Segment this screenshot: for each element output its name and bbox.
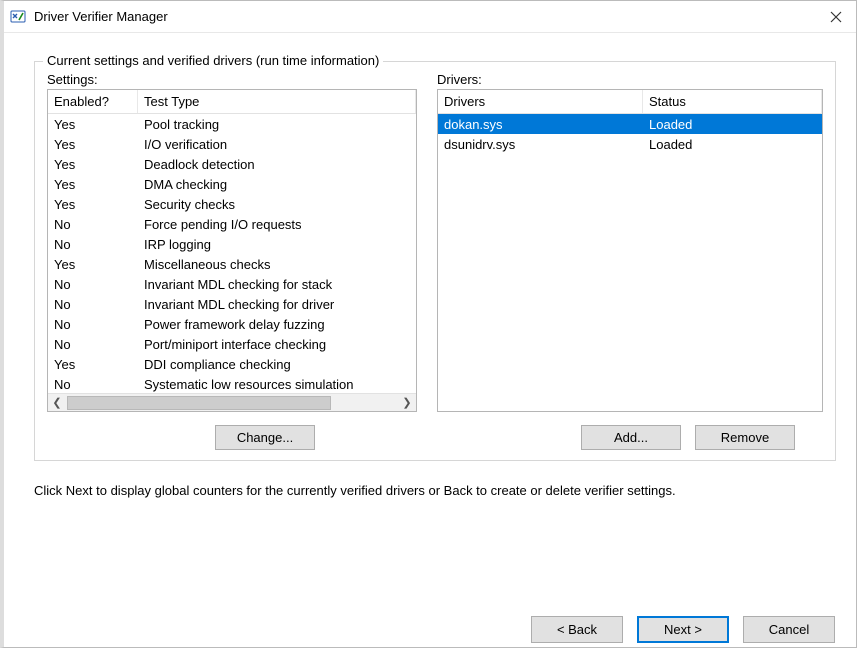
settings-cell-enabled: Yes: [48, 157, 138, 172]
next-button[interactable]: Next >: [637, 616, 729, 643]
hint-text: Click Next to display global counters fo…: [34, 483, 836, 498]
settings-row[interactable]: NoForce pending I/O requests: [48, 214, 416, 234]
scroll-left-icon[interactable]: ❮: [48, 396, 66, 409]
settings-cell-type: Deadlock detection: [138, 157, 416, 172]
drivers-row[interactable]: dsunidrv.sysLoaded: [438, 134, 822, 154]
drivers-cell-driver: dsunidrv.sys: [438, 137, 643, 152]
settings-column: Settings: Enabled? Test Type YesPool tra…: [47, 72, 417, 412]
window-title: Driver Verifier Manager: [34, 9, 822, 24]
settings-cell-type: Invariant MDL checking for stack: [138, 277, 416, 292]
drivers-col-driver[interactable]: Drivers: [438, 90, 643, 113]
add-button[interactable]: Add...: [581, 425, 681, 450]
remove-button[interactable]: Remove: [695, 425, 795, 450]
settings-row[interactable]: YesI/O verification: [48, 134, 416, 154]
settings-cell-enabled: No: [48, 237, 138, 252]
settings-hscrollbar[interactable]: ❮ ❯: [48, 393, 416, 411]
change-button[interactable]: Change...: [215, 425, 315, 450]
settings-cell-type: Systematic low resources simulation: [138, 377, 416, 392]
settings-row[interactable]: NoSystematic low resources simulation: [48, 374, 416, 393]
settings-row[interactable]: NoInvariant MDL checking for stack: [48, 274, 416, 294]
settings-row[interactable]: YesDMA checking: [48, 174, 416, 194]
settings-cell-type: Pool tracking: [138, 117, 416, 132]
drivers-body[interactable]: dokan.sysLoadeddsunidrv.sysLoaded: [438, 114, 822, 411]
settings-label: Settings:: [47, 72, 417, 87]
drivers-cell-status: Loaded: [643, 117, 822, 132]
settings-cell-enabled: No: [48, 317, 138, 332]
app-icon: [10, 9, 26, 25]
scroll-thumb[interactable]: [67, 396, 331, 410]
settings-body[interactable]: YesPool trackingYesI/O verificationYesDe…: [48, 114, 416, 393]
settings-row[interactable]: NoIRP logging: [48, 234, 416, 254]
drivers-header: Drivers Status: [438, 90, 822, 114]
titlebar: Driver Verifier Manager: [4, 1, 856, 33]
wizard-buttons: < Back Next > Cancel: [531, 616, 835, 643]
settings-cell-type: Miscellaneous checks: [138, 257, 416, 272]
settings-cell-enabled: No: [48, 217, 138, 232]
drivers-cell-driver: dokan.sys: [438, 117, 643, 132]
settings-cell-type: DMA checking: [138, 177, 416, 192]
settings-cell-enabled: Yes: [48, 137, 138, 152]
settings-row[interactable]: YesPool tracking: [48, 114, 416, 134]
settings-cell-enabled: Yes: [48, 357, 138, 372]
settings-cell-enabled: Yes: [48, 197, 138, 212]
settings-cell-type: I/O verification: [138, 137, 416, 152]
close-icon[interactable]: [822, 3, 850, 31]
drivers-column: Drivers: Drivers Status dokan.sysLoadedd…: [437, 72, 823, 412]
settings-cell-type: Force pending I/O requests: [138, 217, 416, 232]
settings-cell-type: Invariant MDL checking for driver: [138, 297, 416, 312]
settings-listview[interactable]: Enabled? Test Type YesPool trackingYesI/…: [47, 89, 417, 412]
settings-cell-enabled: No: [48, 297, 138, 312]
settings-cell-type: Security checks: [138, 197, 416, 212]
settings-cell-type: Port/miniport interface checking: [138, 337, 416, 352]
settings-row[interactable]: NoPower framework delay fuzzing: [48, 314, 416, 334]
scroll-right-icon[interactable]: ❯: [398, 396, 416, 409]
drivers-listview[interactable]: Drivers Status dokan.sysLoadeddsunidrv.s…: [437, 89, 823, 412]
drivers-label: Drivers:: [437, 72, 823, 87]
drivers-cell-status: Loaded: [643, 137, 822, 152]
settings-cell-type: Power framework delay fuzzing: [138, 317, 416, 332]
cancel-button[interactable]: Cancel: [743, 616, 835, 643]
drivers-col-status[interactable]: Status: [643, 90, 822, 113]
settings-col-enabled[interactable]: Enabled?: [48, 90, 138, 113]
settings-row[interactable]: YesSecurity checks: [48, 194, 416, 214]
settings-cell-enabled: Yes: [48, 257, 138, 272]
settings-cell-enabled: No: [48, 337, 138, 352]
runtime-info-group: Current settings and verified drivers (r…: [34, 61, 836, 461]
group-legend: Current settings and verified drivers (r…: [43, 53, 383, 68]
settings-col-type[interactable]: Test Type: [138, 90, 416, 113]
drivers-row[interactable]: dokan.sysLoaded: [438, 114, 822, 134]
settings-cell-enabled: No: [48, 377, 138, 392]
wizard-page: Current settings and verified drivers (r…: [4, 33, 856, 593]
back-button[interactable]: < Back: [531, 616, 623, 643]
settings-cell-type: DDI compliance checking: [138, 357, 416, 372]
settings-row[interactable]: YesDDI compliance checking: [48, 354, 416, 374]
settings-cell-enabled: No: [48, 277, 138, 292]
settings-row[interactable]: NoPort/miniport interface checking: [48, 334, 416, 354]
settings-row[interactable]: NoInvariant MDL checking for driver: [48, 294, 416, 314]
settings-cell-type: IRP logging: [138, 237, 416, 252]
settings-cell-enabled: Yes: [48, 177, 138, 192]
settings-cell-enabled: Yes: [48, 117, 138, 132]
settings-row[interactable]: YesMiscellaneous checks: [48, 254, 416, 274]
settings-row[interactable]: YesDeadlock detection: [48, 154, 416, 174]
settings-header: Enabled? Test Type: [48, 90, 416, 114]
